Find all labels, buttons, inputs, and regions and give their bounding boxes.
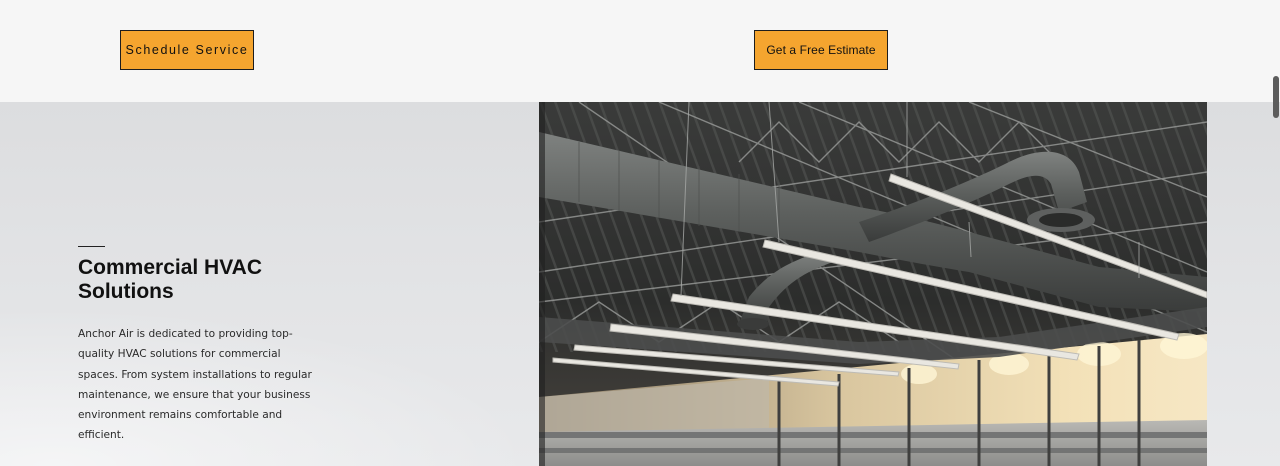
schedule-service-button[interactable]: Schedule Service <box>120 30 254 70</box>
commercial-hvac-photo <box>539 102 1207 466</box>
section-title: Commercial HVAC Solutions <box>78 256 262 303</box>
section-description: Anchor Air is dedicated to providing top… <box>78 328 312 442</box>
commercial-hvac-section: Commercial HVAC Solutions Anchor Air is … <box>0 102 1280 466</box>
free-estimate-button[interactable]: Get a Free Estimate <box>754 30 888 70</box>
section-divider <box>78 246 105 247</box>
top-button-strip: Schedule Service Get a Free Estimate <box>0 0 1280 102</box>
page-scrollbar[interactable] <box>1273 76 1279 118</box>
